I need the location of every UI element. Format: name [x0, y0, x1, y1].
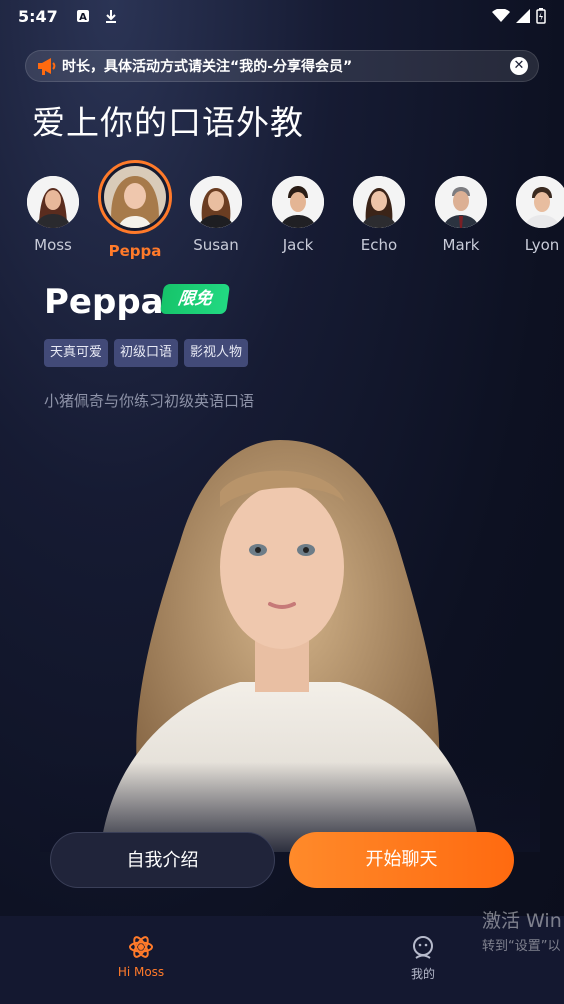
- watermark-line1: 激活 Win: [482, 910, 562, 932]
- keyboard-a-icon: A: [76, 10, 89, 23]
- tutor-name: Lyon: [524, 236, 560, 254]
- tag: 天真可爱: [44, 339, 109, 367]
- nav-hi-moss[interactable]: Hi Moss: [91, 934, 191, 979]
- svg-text:A: A: [79, 12, 87, 23]
- avatar-image: [353, 176, 405, 228]
- avatar-image: [435, 176, 487, 228]
- avatar: [435, 176, 487, 228]
- activation-watermark: 激活 Win 转到“设置”以: [482, 906, 562, 954]
- nav-me[interactable]: 我的: [373, 934, 473, 982]
- avatar: [98, 160, 172, 234]
- page-title: 爱上你的口语外教: [32, 103, 304, 142]
- tutor-selector: Moss Peppa Susan Jack Echo Mark Lyon: [0, 160, 564, 260]
- megaphone-icon: [38, 58, 56, 75]
- wifi-icon: [492, 9, 510, 22]
- tutor-peppa[interactable]: Peppa: [94, 160, 176, 260]
- tutor-lyon[interactable]: Lyon: [501, 176, 564, 254]
- tutor-name: Peppa: [108, 242, 162, 260]
- avatar: [353, 176, 405, 228]
- bottom-nav: Hi Moss 我的: [0, 916, 564, 1004]
- download-icon: [105, 10, 116, 23]
- tutor-description: 小猪佩奇与你练习初级英语口语: [44, 392, 255, 410]
- avatar-image: [104, 166, 166, 228]
- avatar: [516, 176, 564, 228]
- avatar-image: [27, 176, 79, 228]
- avatar-image: [272, 176, 324, 228]
- free-badge: 限免: [159, 284, 231, 314]
- avatar: [190, 176, 242, 228]
- tutor-name: Mark: [442, 236, 480, 254]
- tag: 初级口语: [114, 339, 179, 367]
- tutor-tags: 天真可爱 初级口语 影视人物: [44, 339, 249, 367]
- tutor-name: Susan: [193, 236, 239, 254]
- selected-tutor-name: Peppa: [44, 282, 164, 322]
- start-chat-button[interactable]: 开始聊天: [289, 832, 514, 888]
- avatar-image: [516, 176, 564, 228]
- tutor-mark[interactable]: Mark: [420, 176, 502, 254]
- status-time: 5:47: [18, 6, 58, 26]
- profile-icon: [413, 936, 433, 959]
- tutor-jack[interactable]: Jack: [257, 176, 339, 254]
- nav-label: 我的: [410, 967, 435, 981]
- status-bar: 5:47 A: [0, 0, 564, 32]
- tutor-susan[interactable]: Susan: [175, 176, 257, 254]
- tutor-name: Echo: [360, 236, 398, 254]
- tag: 影视人物: [184, 339, 249, 367]
- watermark-line2: 转到“设置”以: [482, 939, 561, 954]
- atom-icon: [129, 936, 153, 958]
- self-intro-button[interactable]: 自我介绍: [50, 832, 275, 888]
- nav-label: Hi Moss: [117, 965, 165, 979]
- avatar: [272, 176, 324, 228]
- battery-icon: [536, 8, 546, 24]
- tutor-moss[interactable]: Moss: [12, 176, 94, 254]
- promo-banner[interactable]: 时长，具体活动方式请关注“我的-分享得会员” ✕: [25, 50, 539, 82]
- tutor-portrait: [40, 440, 540, 852]
- avatar-image: [190, 176, 242, 228]
- banner-close-icon[interactable]: ✕: [510, 57, 528, 75]
- tutor-name: Moss: [34, 236, 72, 254]
- banner-text: 时长，具体活动方式请关注“我的-分享得会员”: [62, 59, 353, 75]
- signal-icon: [516, 9, 530, 23]
- tutor-echo[interactable]: Echo: [338, 176, 420, 254]
- avatar: [27, 176, 79, 228]
- tutor-name: Jack: [282, 236, 314, 254]
